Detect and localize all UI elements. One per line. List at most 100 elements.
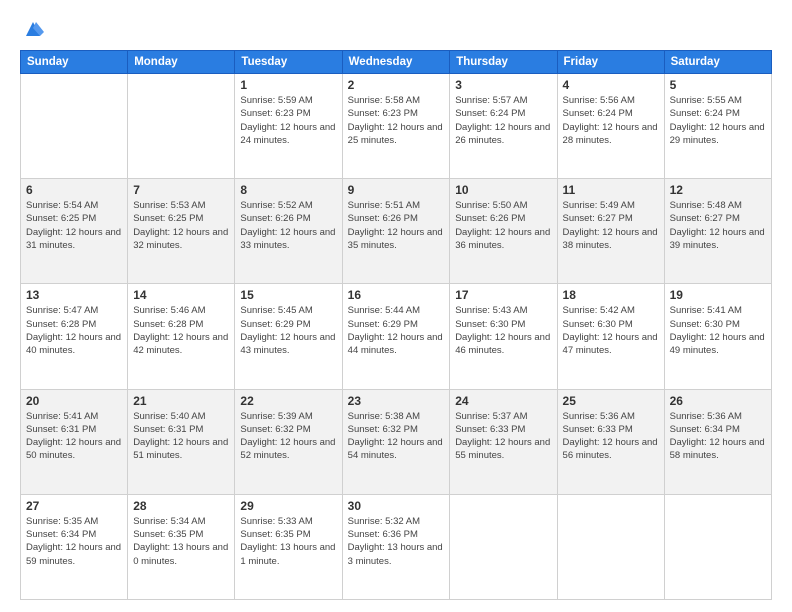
cell-daylight-info: Sunrise: 5:54 AM Sunset: 6:25 PM Dayligh… — [26, 199, 122, 252]
cell-daylight-info: Sunrise: 5:57 AM Sunset: 6:24 PM Dayligh… — [455, 94, 551, 147]
cell-daylight-info: Sunrise: 5:34 AM Sunset: 6:35 PM Dayligh… — [133, 515, 229, 568]
day-number: 24 — [455, 394, 551, 408]
day-number: 4 — [563, 78, 659, 92]
logo-icon — [22, 18, 44, 40]
cell-daylight-info: Sunrise: 5:48 AM Sunset: 6:27 PM Dayligh… — [670, 199, 766, 252]
calendar-week-row: 27 Sunrise: 5:35 AM Sunset: 6:34 PM Dayli… — [21, 494, 772, 599]
cell-daylight-info: Sunrise: 5:47 AM Sunset: 6:28 PM Dayligh… — [26, 304, 122, 357]
calendar-cell: 10 Sunrise: 5:50 AM Sunset: 6:26 PM Dayli… — [450, 179, 557, 284]
weekday-sunday: Sunday — [21, 51, 128, 74]
day-number: 27 — [26, 499, 122, 513]
day-number: 17 — [455, 288, 551, 302]
day-number: 25 — [563, 394, 659, 408]
day-number: 13 — [26, 288, 122, 302]
calendar-cell: 19 Sunrise: 5:41 AM Sunset: 6:30 PM Dayli… — [664, 284, 771, 389]
logo — [20, 18, 44, 40]
calendar-cell: 5 Sunrise: 5:55 AM Sunset: 6:24 PM Daylig… — [664, 74, 771, 179]
calendar-cell: 16 Sunrise: 5:44 AM Sunset: 6:29 PM Dayli… — [342, 284, 450, 389]
cell-daylight-info: Sunrise: 5:40 AM Sunset: 6:31 PM Dayligh… — [133, 410, 229, 463]
cell-daylight-info: Sunrise: 5:35 AM Sunset: 6:34 PM Dayligh… — [26, 515, 122, 568]
calendar-cell — [21, 74, 128, 179]
cell-daylight-info: Sunrise: 5:45 AM Sunset: 6:29 PM Dayligh… — [240, 304, 336, 357]
day-number: 22 — [240, 394, 336, 408]
day-number: 9 — [348, 183, 445, 197]
calendar-cell: 15 Sunrise: 5:45 AM Sunset: 6:29 PM Dayli… — [235, 284, 342, 389]
day-number: 16 — [348, 288, 445, 302]
cell-daylight-info: Sunrise: 5:36 AM Sunset: 6:33 PM Dayligh… — [563, 410, 659, 463]
calendar-cell: 8 Sunrise: 5:52 AM Sunset: 6:26 PM Daylig… — [235, 179, 342, 284]
day-number: 18 — [563, 288, 659, 302]
cell-daylight-info: Sunrise: 5:58 AM Sunset: 6:23 PM Dayligh… — [348, 94, 445, 147]
page: SundayMondayTuesdayWednesdayThursdayFrid… — [0, 0, 792, 612]
cell-daylight-info: Sunrise: 5:55 AM Sunset: 6:24 PM Dayligh… — [670, 94, 766, 147]
calendar-cell: 29 Sunrise: 5:33 AM Sunset: 6:35 PM Dayli… — [235, 494, 342, 599]
weekday-friday: Friday — [557, 51, 664, 74]
cell-daylight-info: Sunrise: 5:50 AM Sunset: 6:26 PM Dayligh… — [455, 199, 551, 252]
cell-daylight-info: Sunrise: 5:39 AM Sunset: 6:32 PM Dayligh… — [240, 410, 336, 463]
day-number: 29 — [240, 499, 336, 513]
calendar-cell: 14 Sunrise: 5:46 AM Sunset: 6:28 PM Dayli… — [128, 284, 235, 389]
calendar-cell: 22 Sunrise: 5:39 AM Sunset: 6:32 PM Dayli… — [235, 389, 342, 494]
cell-daylight-info: Sunrise: 5:33 AM Sunset: 6:35 PM Dayligh… — [240, 515, 336, 568]
calendar-cell: 9 Sunrise: 5:51 AM Sunset: 6:26 PM Daylig… — [342, 179, 450, 284]
day-number: 3 — [455, 78, 551, 92]
calendar-cell — [664, 494, 771, 599]
day-number: 1 — [240, 78, 336, 92]
calendar-cell: 24Sunrise: 5:37 AM Sunset: 6:33 PM Dayli… — [450, 389, 557, 494]
cell-daylight-info: Sunrise: 5:52 AM Sunset: 6:26 PM Dayligh… — [240, 199, 336, 252]
day-number: 14 — [133, 288, 229, 302]
weekday-monday: Monday — [128, 51, 235, 74]
weekday-header-row: SundayMondayTuesdayWednesdayThursdayFrid… — [21, 51, 772, 74]
day-number: 12 — [670, 183, 766, 197]
calendar-cell: 3 Sunrise: 5:57 AM Sunset: 6:24 PM Daylig… — [450, 74, 557, 179]
calendar-week-row: 6 Sunrise: 5:54 AM Sunset: 6:25 PM Daylig… — [21, 179, 772, 284]
day-number: 8 — [240, 183, 336, 197]
day-number: 30 — [348, 499, 445, 513]
cell-daylight-info: Sunrise: 5:32 AM Sunset: 6:36 PM Dayligh… — [348, 515, 445, 568]
day-number: 20 — [26, 394, 122, 408]
cell-daylight-info: Sunrise: 5:49 AM Sunset: 6:27 PM Dayligh… — [563, 199, 659, 252]
cell-daylight-info: Sunrise: 5:38 AM Sunset: 6:32 PM Dayligh… — [348, 410, 445, 463]
day-number: 5 — [670, 78, 766, 92]
calendar-cell: 30 Sunrise: 5:32 AM Sunset: 6:36 PM Dayli… — [342, 494, 450, 599]
cell-daylight-info: Sunrise: 5:41 AM Sunset: 6:31 PM Dayligh… — [26, 410, 122, 463]
cell-daylight-info: Sunrise: 5:53 AM Sunset: 6:25 PM Dayligh… — [133, 199, 229, 252]
calendar-cell — [557, 494, 664, 599]
calendar-table: SundayMondayTuesdayWednesdayThursdayFrid… — [20, 50, 772, 600]
calendar-cell: 26Sunrise: 5:36 AM Sunset: 6:34 PM Dayli… — [664, 389, 771, 494]
day-number: 21 — [133, 394, 229, 408]
cell-daylight-info: Sunrise: 5:41 AM Sunset: 6:30 PM Dayligh… — [670, 304, 766, 357]
day-number: 15 — [240, 288, 336, 302]
day-number: 6 — [26, 183, 122, 197]
day-number: 23 — [348, 394, 445, 408]
cell-daylight-info: Sunrise: 5:44 AM Sunset: 6:29 PM Dayligh… — [348, 304, 445, 357]
calendar-cell: 18Sunrise: 5:42 AM Sunset: 6:30 PM Dayli… — [557, 284, 664, 389]
calendar-cell: 13 Sunrise: 5:47 AM Sunset: 6:28 PM Dayli… — [21, 284, 128, 389]
calendar-cell: 23 Sunrise: 5:38 AM Sunset: 6:32 PM Dayli… — [342, 389, 450, 494]
header — [20, 18, 772, 40]
calendar-cell — [450, 494, 557, 599]
weekday-thursday: Thursday — [450, 51, 557, 74]
calendar-cell: 12 Sunrise: 5:48 AM Sunset: 6:27 PM Dayli… — [664, 179, 771, 284]
calendar-cell: 20 Sunrise: 5:41 AM Sunset: 6:31 PM Dayli… — [21, 389, 128, 494]
weekday-tuesday: Tuesday — [235, 51, 342, 74]
day-number: 10 — [455, 183, 551, 197]
calendar-cell: 27 Sunrise: 5:35 AM Sunset: 6:34 PM Dayli… — [21, 494, 128, 599]
calendar-week-row: 1 Sunrise: 5:59 AM Sunset: 6:23 PM Daylig… — [21, 74, 772, 179]
weekday-saturday: Saturday — [664, 51, 771, 74]
calendar-cell — [128, 74, 235, 179]
cell-daylight-info: Sunrise: 5:51 AM Sunset: 6:26 PM Dayligh… — [348, 199, 445, 252]
calendar-cell: 25 Sunrise: 5:36 AM Sunset: 6:33 PM Dayli… — [557, 389, 664, 494]
cell-daylight-info: Sunrise: 5:46 AM Sunset: 6:28 PM Dayligh… — [133, 304, 229, 357]
calendar-cell: 21 Sunrise: 5:40 AM Sunset: 6:31 PM Dayli… — [128, 389, 235, 494]
day-number: 2 — [348, 78, 445, 92]
calendar-week-row: 13 Sunrise: 5:47 AM Sunset: 6:28 PM Dayli… — [21, 284, 772, 389]
cell-daylight-info: Sunrise: 5:56 AM Sunset: 6:24 PM Dayligh… — [563, 94, 659, 147]
cell-daylight-info: Sunrise: 5:43 AM Sunset: 6:30 PM Dayligh… — [455, 304, 551, 357]
calendar-cell: 1 Sunrise: 5:59 AM Sunset: 6:23 PM Daylig… — [235, 74, 342, 179]
calendar-cell: 17 Sunrise: 5:43 AM Sunset: 6:30 PM Dayli… — [450, 284, 557, 389]
day-number: 19 — [670, 288, 766, 302]
cell-daylight-info: Sunrise: 5:59 AM Sunset: 6:23 PM Dayligh… — [240, 94, 336, 147]
calendar-cell: 7Sunrise: 5:53 AM Sunset: 6:25 PM Daylig… — [128, 179, 235, 284]
day-number: 11 — [563, 183, 659, 197]
